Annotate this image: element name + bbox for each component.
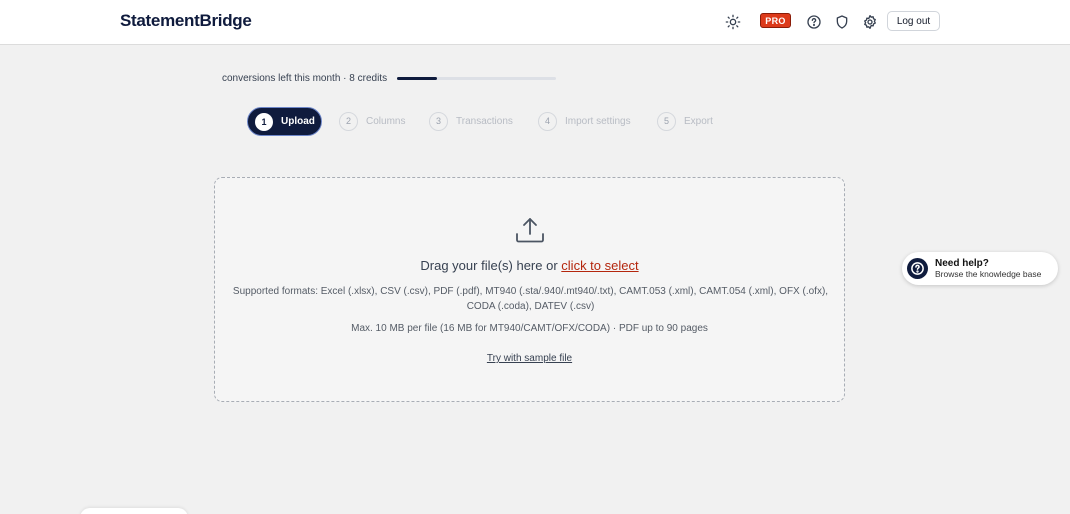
step-label: Export <box>684 115 713 127</box>
step-label: Transactions <box>456 115 513 127</box>
step-number: 5 <box>657 111 676 131</box>
help-circle-icon[interactable] <box>804 12 824 32</box>
credits-text: conversions left this month · 8 credits <box>222 73 388 84</box>
shield-icon[interactable] <box>832 12 852 32</box>
step-label: Upload <box>281 116 315 127</box>
supported-formats: Supported formats: Excel (.xlsx), CSV (.… <box>230 284 831 314</box>
step-columns[interactable]: 2 Columns <box>339 111 405 131</box>
formats-line: Supported formats: Excel (.xlsx), CSV (.… <box>232 286 829 297</box>
step-number: 1 <box>255 112 273 131</box>
gear-icon[interactable] <box>860 12 880 32</box>
help-subtitle: Browse the knowledge base <box>935 269 1042 279</box>
step-label: Columns <box>366 115 406 127</box>
file-dropzone[interactable]: Drag your file(s) here or click to selec… <box>214 177 845 402</box>
step-number: 4 <box>538 111 557 131</box>
step-upload[interactable]: 1 Upload <box>247 107 322 136</box>
question-icon <box>907 258 928 279</box>
step-number: 3 <box>429 111 448 131</box>
step-export[interactable]: 5 Export <box>657 111 713 131</box>
step-label: Import settings <box>565 115 631 127</box>
try-sample-file-link[interactable]: Try with sample file <box>487 353 572 364</box>
drag-text: Drag your file(s) here or <box>420 258 558 273</box>
credits-progress-fill <box>397 77 437 80</box>
step-transactions[interactable]: 3 Transactions <box>429 111 513 131</box>
top-navbar: StatementBridge PRO Log out <box>0 0 1070 45</box>
step-number: 2 <box>339 111 358 131</box>
sun-icon[interactable] <box>723 12 743 32</box>
upload-icon <box>516 218 544 243</box>
pro-badge[interactable]: PRO <box>760 13 791 28</box>
help-widget[interactable]: Need help? Browse the knowledge base <box>902 252 1058 285</box>
credits-progress-bar <box>397 77 556 80</box>
logout-button[interactable]: Log out <box>887 11 940 31</box>
bottom-widget[interactable] <box>80 508 188 514</box>
step-import-settings[interactable]: 4 Import settings <box>538 111 631 131</box>
drag-instructions: Drag your file(s) here or click to selec… <box>215 258 844 273</box>
help-title: Need help? <box>935 258 989 269</box>
app-logo[interactable]: StatementBridge <box>120 11 252 31</box>
sample-file-row: Try with sample file <box>215 353 844 364</box>
max-size-note: Max. 10 MB per file (16 MB for MT940/CAM… <box>351 323 708 334</box>
formats-line: CODA (.coda), DATEV (.csv) <box>466 301 595 312</box>
click-to-select-link[interactable]: click to select <box>561 258 638 273</box>
